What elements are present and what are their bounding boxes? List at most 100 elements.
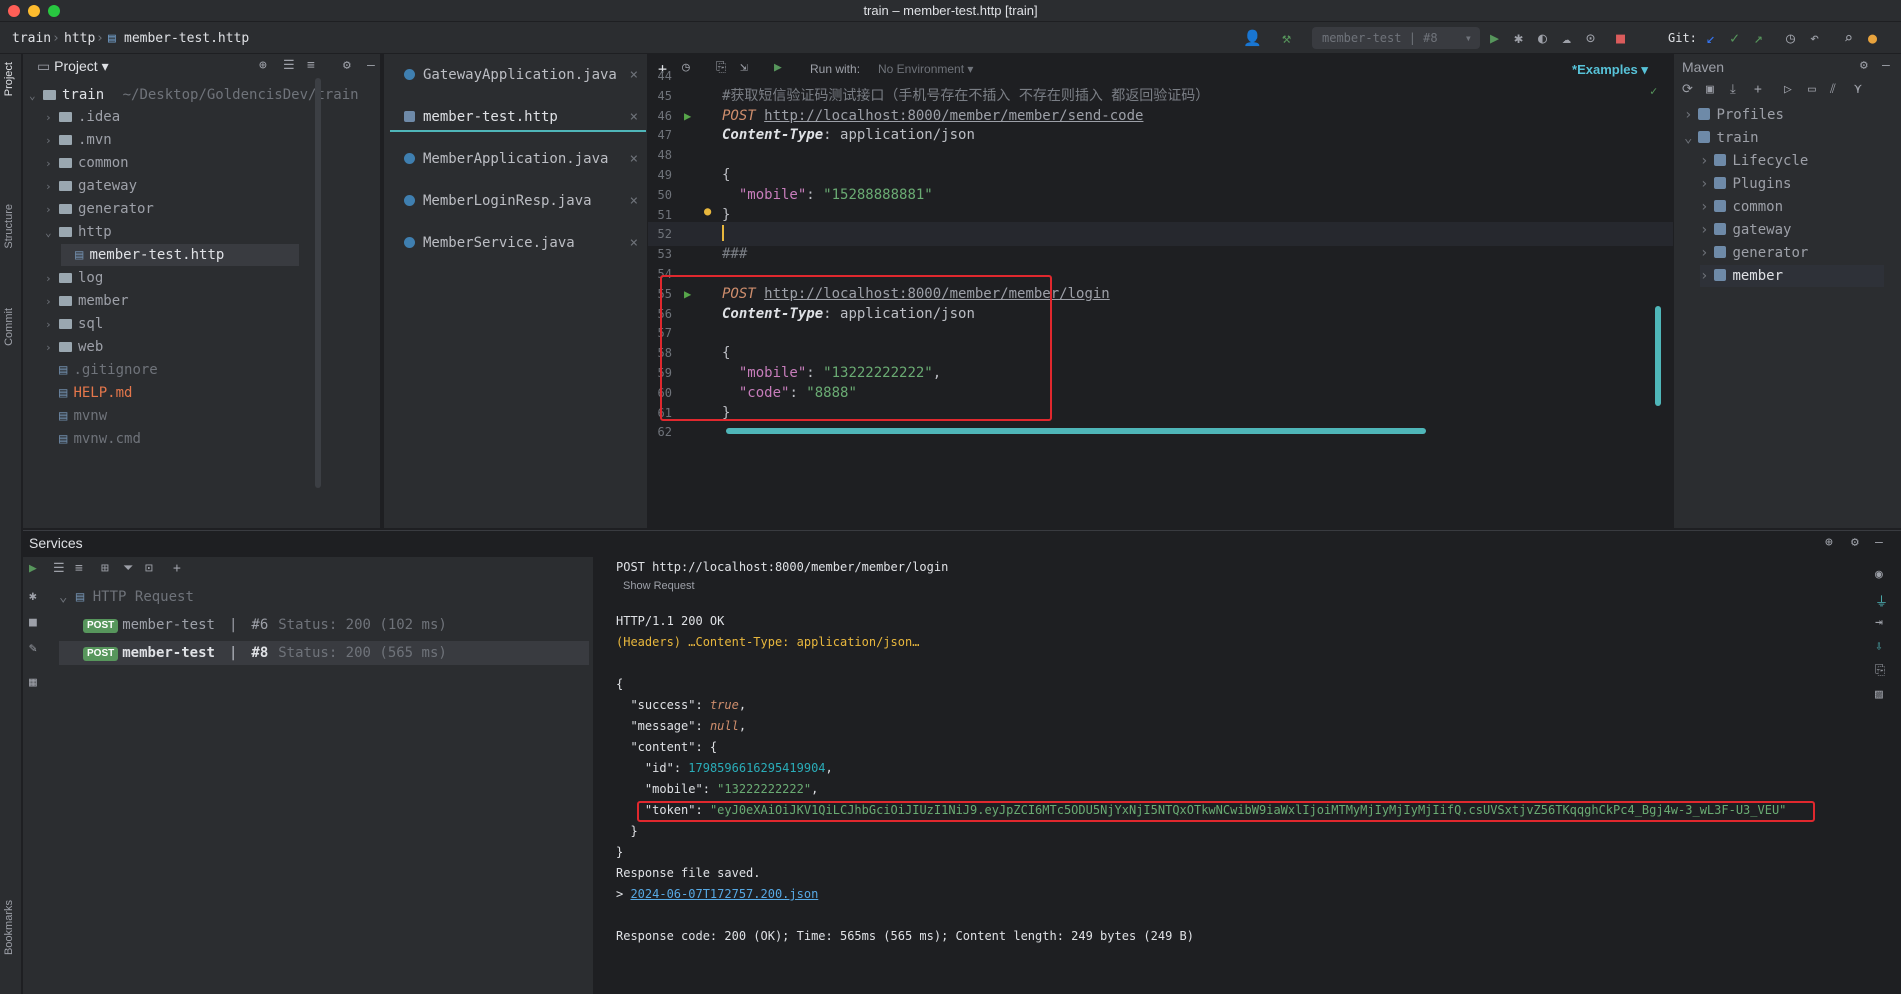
project-tree-item[interactable]: ⌄ http bbox=[45, 221, 112, 243]
editor-tab[interactable]: member-test.http × bbox=[404, 104, 644, 130]
stop-icon[interactable]: ■ bbox=[29, 615, 37, 630]
project-tree-item[interactable]: › log bbox=[45, 267, 103, 289]
maven-tree-item[interactable]: › common bbox=[1700, 196, 1783, 218]
collapse-all-icon[interactable]: ≡ bbox=[75, 561, 83, 576]
close-icon[interactable]: × bbox=[630, 146, 638, 172]
maven-tree-item[interactable]: › generator bbox=[1700, 242, 1808, 264]
project-scrollbar[interactable] bbox=[315, 78, 321, 488]
stop-icon[interactable]: ■ bbox=[1616, 29, 1625, 47]
editor-vertical-scrollbar[interactable] bbox=[1655, 306, 1661, 406]
filter-icon[interactable]: ⏷ bbox=[123, 561, 133, 576]
http-request-run[interactable]: POST member-test | #6 Status: 200 (102 ms) bbox=[59, 613, 589, 637]
bookmarks-tool-tab[interactable]: Bookmarks bbox=[3, 900, 15, 955]
http-request-group[interactable]: ⌄ ▤ HTTP Request bbox=[59, 589, 194, 605]
breadcrumb-root[interactable]: train bbox=[12, 31, 51, 46]
project-tree-item[interactable]: › member bbox=[45, 290, 129, 312]
eye-icon[interactable]: ◉ bbox=[1875, 567, 1883, 582]
generate-sources-icon[interactable]: ▣ bbox=[1706, 82, 1714, 97]
locate-icon[interactable]: ⊕ bbox=[259, 58, 267, 73]
more-icon[interactable]: ⋎ bbox=[1854, 82, 1862, 97]
http-request-run[interactable]: POST member-test | #8 Status: 200 (565 ms) bbox=[59, 641, 589, 665]
profile-icon[interactable]: ☁ bbox=[1562, 29, 1571, 47]
user-icon[interactable]: 👤 bbox=[1243, 29, 1262, 47]
project-tree-item[interactable]: › common bbox=[45, 152, 129, 174]
response-headers[interactable]: (Headers) …Content-Type: application/jso… bbox=[616, 632, 919, 653]
close-icon[interactable]: × bbox=[630, 104, 638, 130]
maven-tree-item[interactable]: › gateway bbox=[1700, 219, 1791, 241]
editor-horizontal-scrollbar[interactable] bbox=[726, 428, 1426, 434]
skip-tests-icon[interactable]: ⫽ bbox=[1830, 82, 1836, 97]
wrench-icon[interactable]: ✎ bbox=[29, 641, 37, 656]
project-tree-item[interactable]: › gateway bbox=[45, 175, 137, 197]
project-root[interactable]: ⌄ train ~/Desktop/GoldencisDev/train bbox=[29, 84, 359, 106]
hide-panel-icon[interactable]: — bbox=[1882, 58, 1890, 73]
layout-icon[interactable]: ▦ bbox=[29, 675, 37, 690]
expand-all-icon[interactable]: ☰ bbox=[283, 58, 295, 73]
coverage-icon[interactable]: ◐ bbox=[1538, 29, 1547, 47]
project-tree-item[interactable]: › .idea bbox=[45, 106, 120, 128]
maven-tree-item[interactable]: ⌄ train bbox=[1684, 127, 1759, 149]
history-icon[interactable]: ◷ bbox=[1786, 29, 1795, 47]
maven-tree-item[interactable]: › Plugins bbox=[1700, 173, 1791, 195]
project-tool-tab[interactable]: Project bbox=[3, 62, 15, 96]
editor-tab[interactable]: MemberApplication.java × bbox=[404, 146, 644, 172]
scroll-to-end-icon[interactable]: ⇥ bbox=[1875, 615, 1883, 630]
gear-icon[interactable]: ⚙ bbox=[343, 58, 351, 73]
project-tree-item[interactable]: › .mvn bbox=[45, 129, 112, 151]
gear-icon[interactable]: ⚙ bbox=[1851, 535, 1859, 550]
add-icon[interactable]: + bbox=[1754, 82, 1762, 97]
show-request-link[interactable]: Show Request bbox=[623, 576, 695, 597]
locate-icon[interactable]: ⊕ bbox=[1825, 535, 1833, 550]
maven-tree-item[interactable]: › member bbox=[1700, 265, 1884, 287]
gear-icon[interactable]: ⚙ bbox=[1860, 58, 1868, 73]
editor-tab[interactable]: GatewayApplication.java × bbox=[404, 62, 644, 88]
build-hammer-icon[interactable]: ⚒ bbox=[1282, 29, 1291, 47]
image-icon[interactable]: ▨ bbox=[1875, 687, 1883, 702]
git-update-icon[interactable]: ↙ bbox=[1706, 29, 1715, 47]
run-icon[interactable]: ▶ bbox=[29, 561, 37, 576]
updates-icon[interactable]: ● bbox=[1868, 29, 1877, 47]
project-tree-item[interactable]: › web bbox=[45, 336, 103, 358]
format-icon[interactable]: ⇩ bbox=[1875, 639, 1883, 654]
close-icon[interactable]: × bbox=[630, 188, 638, 214]
structure-tool-tab[interactable]: Structure bbox=[3, 204, 15, 249]
run-config-selector[interactable]: member-test | #8 ▾ bbox=[1312, 27, 1480, 49]
hide-panel-icon[interactable]: — bbox=[367, 58, 375, 73]
commit-tool-tab[interactable]: Commit bbox=[3, 308, 15, 346]
project-tree-item[interactable]: ▤ mvnw bbox=[45, 405, 107, 427]
collapse-all-icon[interactable]: ≡ bbox=[307, 58, 315, 73]
debug-icon[interactable]: ✱ bbox=[1514, 29, 1523, 47]
project-tree-item[interactable]: ▤ HELP.md bbox=[45, 382, 132, 404]
soft-wrap-icon[interactable]: ⏚ bbox=[1875, 591, 1888, 610]
more-run-icon[interactable]: ⊙ bbox=[1586, 29, 1595, 47]
project-tree-item[interactable]: › generator bbox=[45, 198, 154, 220]
close-icon[interactable]: × bbox=[630, 230, 638, 256]
maven-tree-item[interactable]: › Profiles bbox=[1684, 104, 1784, 126]
project-tree-item[interactable]: ▤ member-test.http bbox=[61, 244, 299, 266]
group-icon[interactable]: ⊞ bbox=[101, 561, 109, 576]
project-tree-item[interactable]: › sql bbox=[45, 313, 103, 335]
close-icon[interactable]: × bbox=[630, 62, 638, 88]
project-tree-item[interactable]: ▤ mvnw.cmd bbox=[45, 428, 141, 450]
response-file-link[interactable]: 2024-06-07T172757.200.json bbox=[630, 887, 818, 901]
execute-goal-icon[interactable]: ▭ bbox=[1808, 82, 1816, 97]
reload-icon[interactable]: ⟳ bbox=[1682, 82, 1693, 97]
add-service-icon[interactable]: + bbox=[173, 561, 181, 576]
breadcrumb-folder[interactable]: http bbox=[64, 31, 95, 46]
lightbulb-icon[interactable]: ● bbox=[704, 204, 711, 218]
copy-icon[interactable]: ⎘ bbox=[1875, 663, 1885, 678]
expand-all-icon[interactable]: ☰ bbox=[53, 561, 65, 576]
run-icon[interactable]: ▶ bbox=[1490, 29, 1499, 47]
run-icon[interactable]: ▷ bbox=[1784, 82, 1792, 97]
search-icon[interactable]: ⌕ bbox=[1844, 29, 1853, 47]
git-commit-icon[interactable]: ✓ bbox=[1730, 29, 1739, 47]
maven-tree-item[interactable]: › Lifecycle bbox=[1700, 150, 1808, 172]
debug-icon[interactable]: ✱ bbox=[29, 589, 37, 604]
git-push-icon[interactable]: ↗ bbox=[1754, 29, 1763, 47]
editor-tab[interactable]: MemberService.java × bbox=[404, 230, 644, 256]
download-icon[interactable]: ⤓ bbox=[1730, 82, 1736, 97]
hide-panel-icon[interactable]: — bbox=[1875, 535, 1883, 550]
breadcrumb-file[interactable]: member-test.http bbox=[124, 31, 249, 46]
editor-tab[interactable]: MemberLoginResp.java × bbox=[404, 188, 644, 214]
rollback-icon[interactable]: ↶ bbox=[1810, 29, 1819, 47]
